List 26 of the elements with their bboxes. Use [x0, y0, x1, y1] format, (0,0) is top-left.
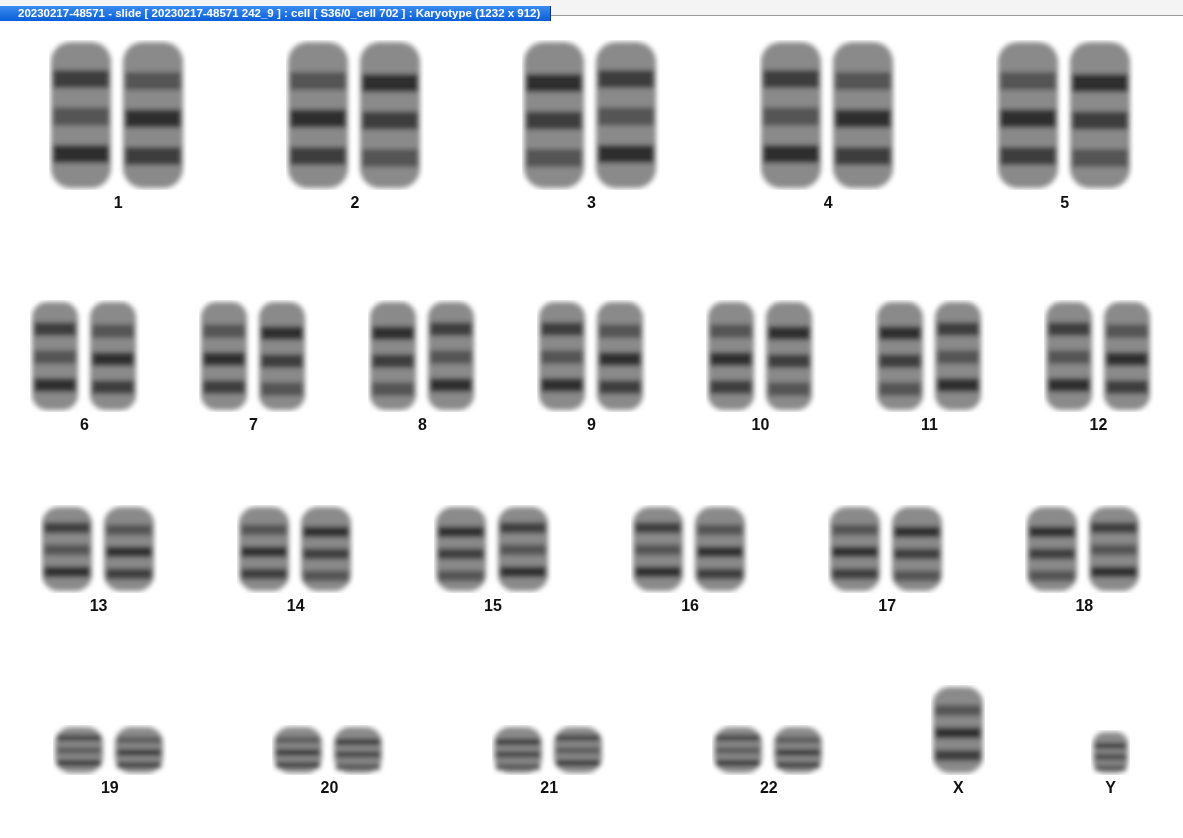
chromosome-label: 2: [350, 194, 360, 212]
chromosome-label: 17: [878, 597, 897, 615]
chromosome-label: 16: [681, 597, 699, 615]
chromosome-label: 18: [1075, 597, 1094, 615]
chromosome-label: 6: [80, 416, 89, 434]
chromosome-label: 19: [100, 779, 119, 797]
chromosome-label: 7: [249, 416, 258, 434]
chromosome-label: 15: [484, 597, 502, 615]
chromosome-label: 14: [286, 597, 305, 615]
chromosome-label: 20: [320, 779, 339, 797]
chromosome-label: 12: [1089, 416, 1108, 434]
chromosome-label: 3: [587, 194, 596, 212]
chromosome-label: X: [953, 779, 964, 797]
chromosome-label: Y: [1105, 779, 1116, 797]
chromosome-label: 8: [418, 416, 427, 434]
chromosome-label: 10: [751, 416, 770, 434]
chromosome-label: 9: [587, 416, 596, 434]
chromosome-label: 11: [921, 416, 938, 434]
window-title: 20230217-48571 - slide [ 20230217-48571 242_9 ] : cell [ S36/0_cell 702 ] : Karyotype (1232 x 912): [0, 6, 552, 21]
chromosome-label: 13: [89, 597, 108, 615]
chromosome-label: 21: [540, 779, 559, 797]
chromosome-label: 22: [759, 779, 778, 797]
chromosome-label: 1: [113, 194, 123, 212]
chromosome-label: 4: [823, 194, 833, 212]
chromosome-image: [1091, 730, 1131, 775]
chromosome-label: 5: [1060, 194, 1070, 212]
